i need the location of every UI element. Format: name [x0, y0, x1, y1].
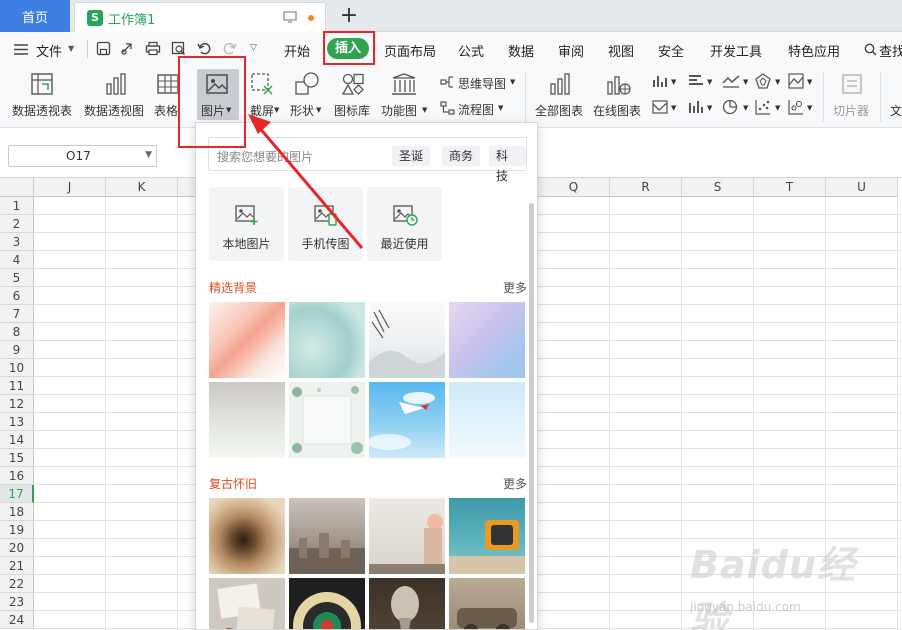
watermark-brand: Baidu经验 [690, 543, 856, 630]
app-window: 首页 S 工作簿1 + 文件 ▼ ▽ 开始 页面布局 公式 数据 审阅 视图 安… [0, 0, 902, 630]
baidu-watermark: Baidu经验 jingyan.baidu.com [690, 530, 890, 630]
watermark-url: jingyan.baidu.com [690, 600, 801, 614]
